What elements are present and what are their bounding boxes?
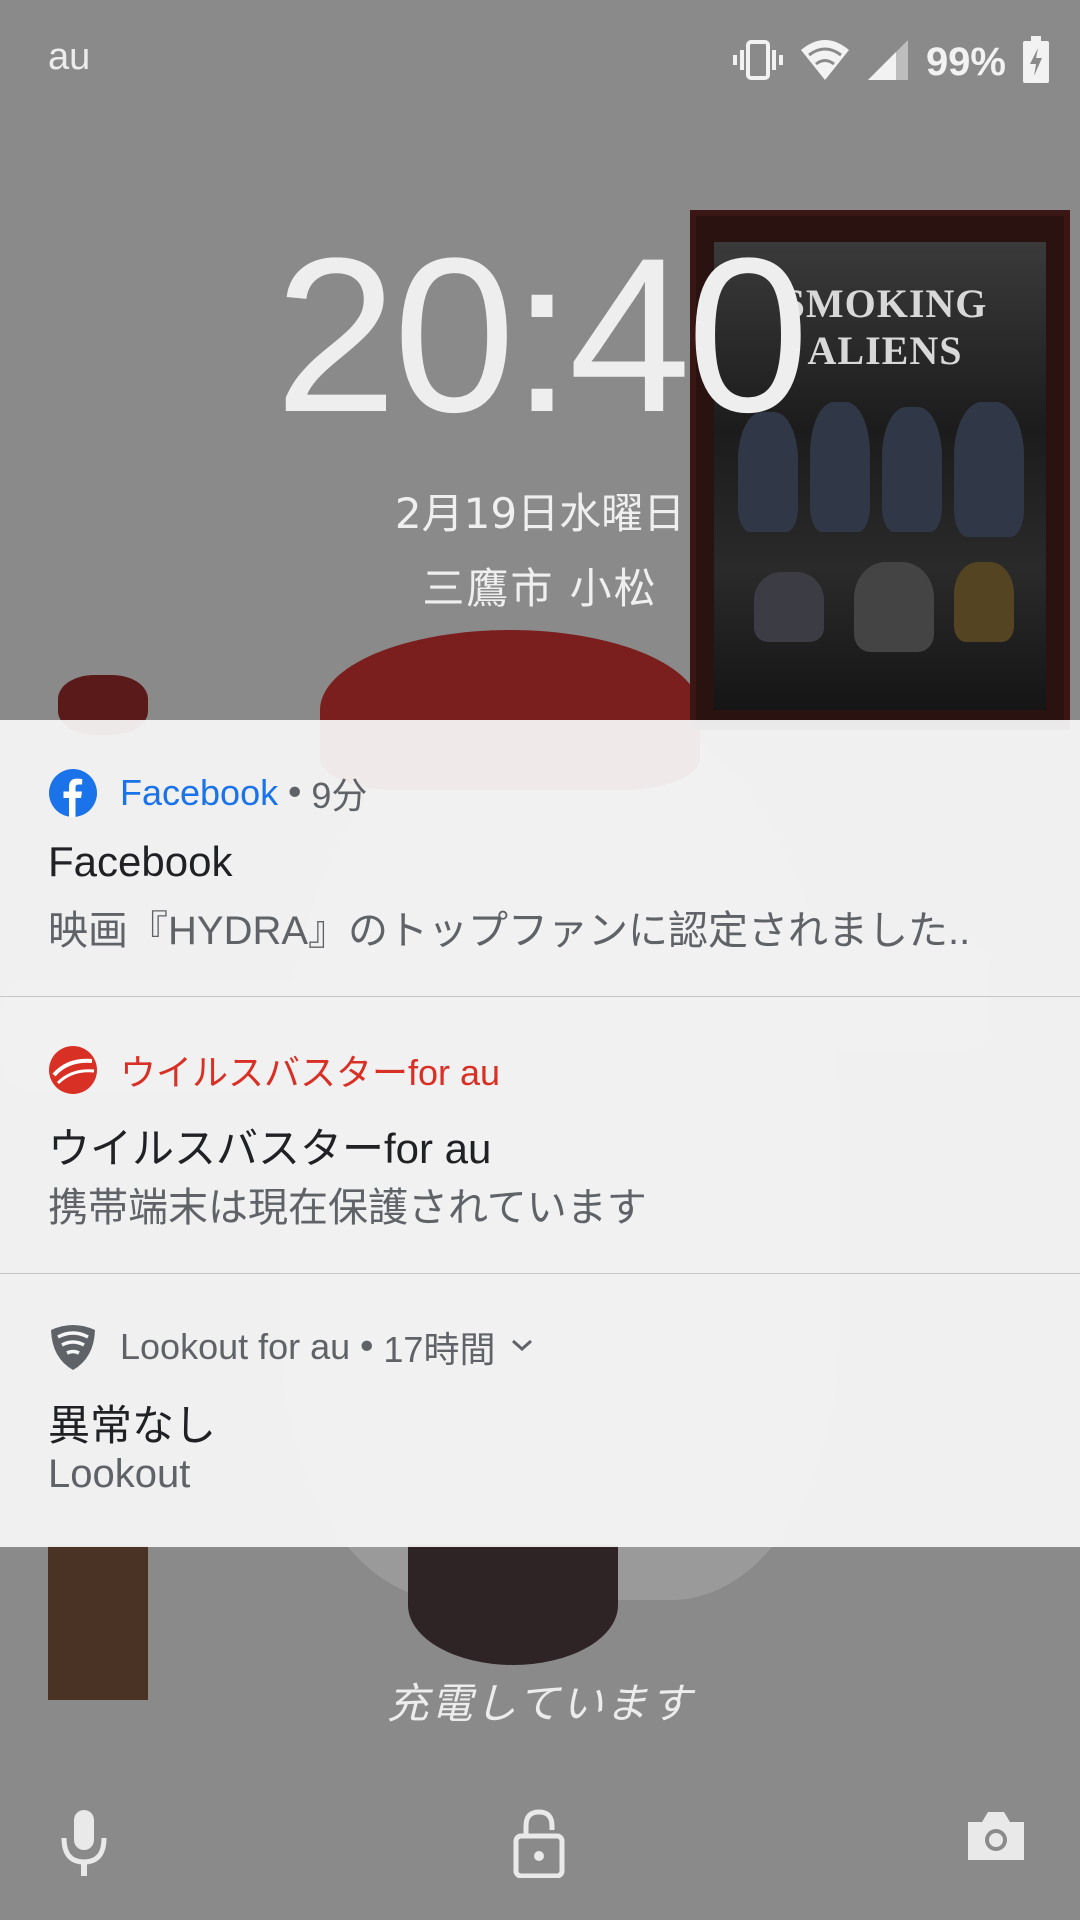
lockscreen-clock: 20:40: [274, 212, 810, 458]
camera-icon[interactable]: [964, 1808, 1028, 1868]
cell-signal-icon: [866, 38, 910, 86]
notification-facebook[interactable]: Facebook • 9分 Facebook 映画『HYDRA』のトップファンに…: [0, 720, 1080, 997]
facebook-icon: [48, 768, 98, 818]
chevron-down-icon[interactable]: [509, 1335, 535, 1359]
separator-dot: •: [284, 772, 306, 814]
battery-charging-icon: [1022, 36, 1050, 88]
notification-virusbuster[interactable]: ウイルスバスターfor au ウイルスバスターfor au 携帯端末は現在保護さ…: [0, 997, 1080, 1274]
notification-list: Facebook • 9分 Facebook 映画『HYDRA』のトップファンに…: [0, 720, 1080, 1547]
notification-header: Lookout for au • 17時間: [48, 1322, 535, 1372]
carrier-label: au: [48, 36, 91, 78]
notification-app-name: ウイルスバスターfor au: [120, 1052, 501, 1093]
notification-app-name: Facebook: [120, 772, 279, 813]
notification-time: 9分: [311, 775, 368, 816]
status-bar: au 99%: [0, 0, 1080, 120]
notification-lookout[interactable]: Lookout for au • 17時間 異常なし Lookout: [0, 1274, 1080, 1547]
wifi-icon: [800, 38, 850, 86]
notification-text: Lookout: [48, 1452, 191, 1496]
notification-time: 17時間: [383, 1329, 496, 1370]
notification-title: 異常なし: [48, 1402, 217, 1449]
notification-text: 映画『HYDRA』のトップファンに認定されました..: [48, 909, 971, 953]
notification-text: 携帯端末は現在保護されています: [48, 1186, 647, 1230]
lookout-shield-icon: [48, 1322, 98, 1372]
notification-app-name: Lookout for au: [120, 1326, 351, 1367]
virusbuster-icon: [48, 1045, 98, 1095]
lockscreen-date: 2月19日水曜日: [394, 489, 686, 538]
notification-title: ウイルスバスターfor au: [48, 1125, 492, 1172]
notification-title: Facebook: [48, 838, 233, 885]
charging-status: 充電しています: [386, 1679, 694, 1728]
vibrate-icon: [732, 36, 784, 88]
lockscreen-location: 三鷹市 小松: [422, 564, 658, 613]
notification-header: ウイルスバスターfor au: [48, 1045, 500, 1095]
notification-header: Facebook • 9分: [48, 768, 367, 818]
microphone-icon[interactable]: [58, 1808, 110, 1882]
separator-dot: •: [356, 1326, 378, 1368]
battery-percent: 99%: [925, 39, 1006, 84]
lock-icon[interactable]: [512, 1808, 566, 1882]
